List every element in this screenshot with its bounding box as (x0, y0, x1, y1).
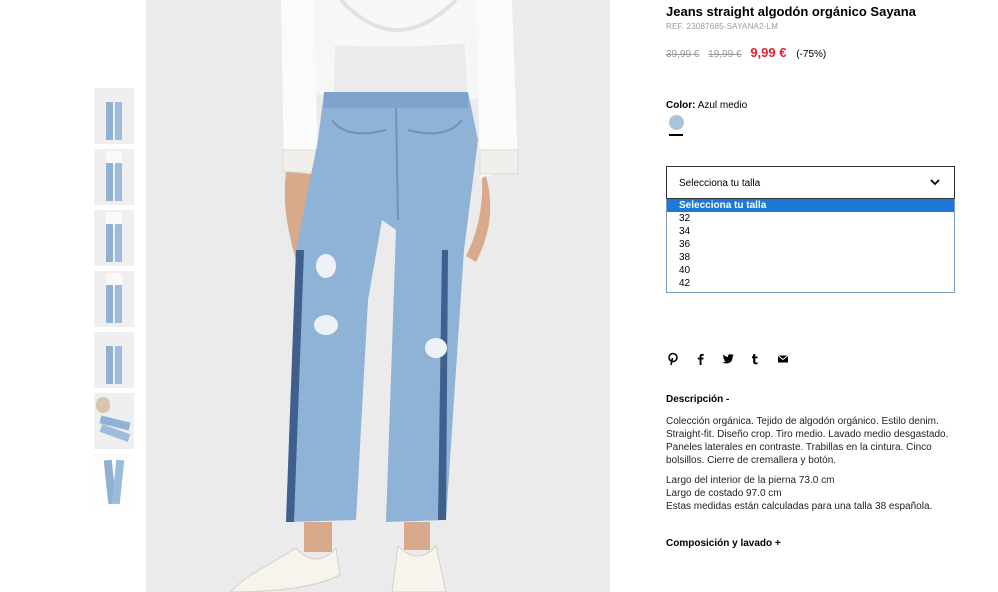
measurement-line: Largo de costado 97.0 cm (666, 488, 782, 499)
price-current: 9,99 € (750, 45, 787, 60)
thumbnail-7[interactable] (94, 454, 134, 510)
price-original: 39,99 € (666, 49, 700, 60)
size-option[interactable]: Selecciona tu talla (667, 199, 954, 212)
discount-badge: (-75%) (796, 49, 827, 60)
measurement-line: Largo del interior de la pierna 73.0 cm (666, 475, 835, 486)
size-option[interactable]: 38 (667, 251, 954, 264)
main-product-image[interactable] (146, 0, 610, 592)
color-swatch-azul-medio[interactable] (669, 115, 684, 130)
color-label: Color: (666, 100, 696, 111)
color-value: Azul medio (697, 100, 748, 111)
price-row: 39,99 € 19,99 € 9,99 € (-75%) (666, 45, 826, 60)
product-ref: REF. 23087685-SAYANA2-LM (666, 22, 779, 31)
size-option[interactable]: 42 (667, 277, 954, 290)
price-previous: 19,99 € (708, 49, 742, 60)
twitter-icon[interactable] (721, 352, 735, 366)
thumbnail-6[interactable] (94, 393, 134, 449)
jeans-illustration (146, 0, 610, 592)
description-toggle[interactable]: Descripción - (666, 394, 729, 405)
size-option[interactable]: 34 (667, 225, 954, 238)
description-text: Colección orgánica. Tejido de algodón or… (666, 416, 949, 466)
share-bar (666, 352, 799, 366)
chevron-down-icon (930, 179, 940, 186)
mail-icon[interactable] (776, 352, 790, 366)
color-swatch-selected-indicator (669, 134, 683, 136)
tumblr-icon[interactable] (748, 352, 762, 366)
size-dropdown-list: Selecciona tu talla 32 34 36 38 40 42 (666, 199, 955, 293)
thumbnail-2[interactable] (94, 149, 134, 205)
thumbnail-strip (94, 88, 134, 515)
color-label-row: Color: Azul medio (666, 100, 747, 111)
size-select-label: Selecciona tu talla (679, 178, 761, 189)
facebook-icon[interactable] (693, 352, 707, 366)
measurement-line: Estas medidas están calculadas para una … (666, 501, 933, 512)
pinterest-icon[interactable] (666, 352, 680, 366)
composition-toggle[interactable]: Composición y lavado + (666, 538, 781, 549)
size-option[interactable]: 40 (667, 264, 954, 277)
thumbnail-1[interactable] (94, 88, 134, 144)
thumbnail-5[interactable] (94, 332, 134, 388)
size-select[interactable]: Selecciona tu talla (666, 166, 955, 199)
thumbnail-4[interactable] (94, 271, 134, 327)
product-title: Jeans straight algodón orgánico Sayana (666, 4, 916, 19)
size-option[interactable]: 32 (667, 212, 954, 225)
size-option[interactable]: 36 (667, 238, 954, 251)
measurements: Largo del interior de la pierna 73.0 cm … (666, 474, 966, 513)
thumbnail-3[interactable] (94, 210, 134, 266)
